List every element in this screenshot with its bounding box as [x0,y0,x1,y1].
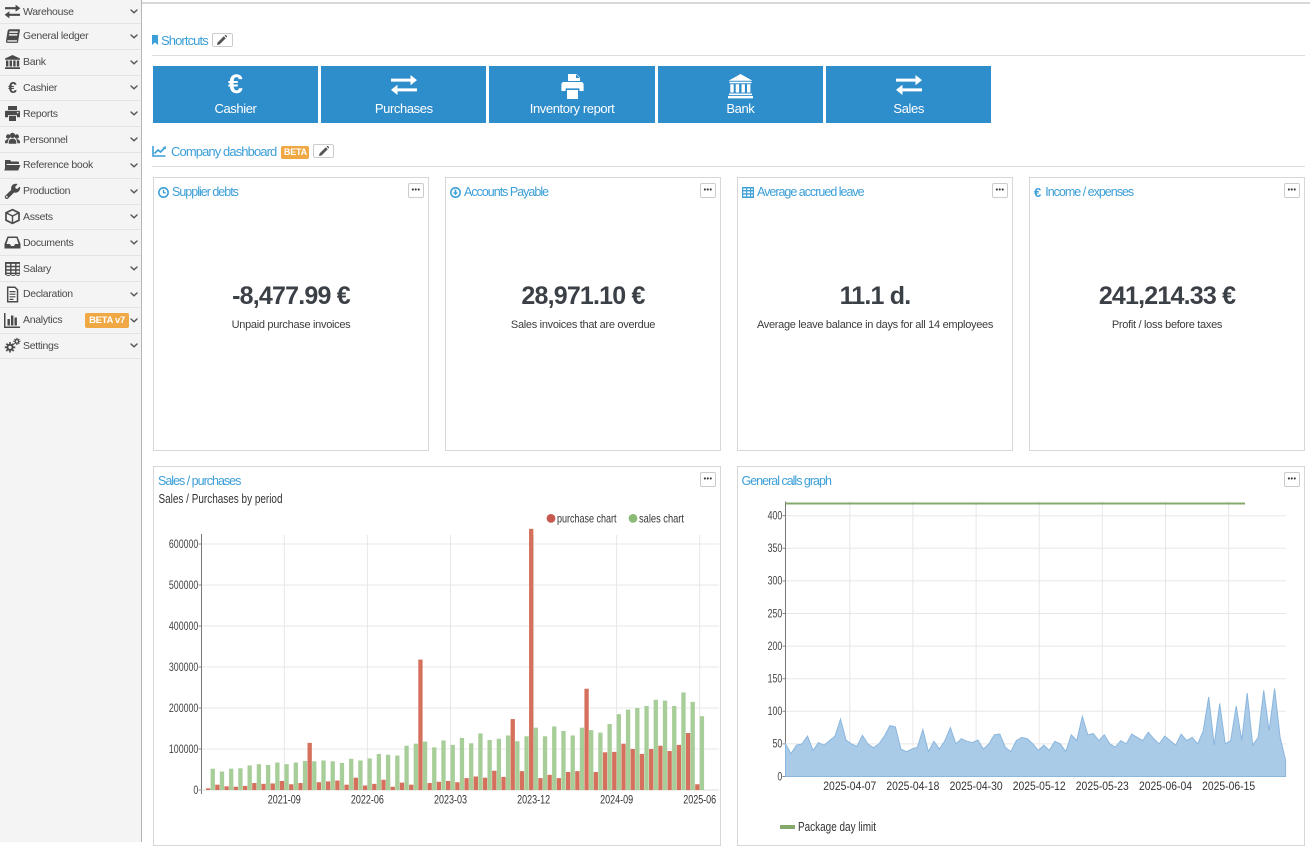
svg-text:2024-09: 2024-09 [600,795,633,807]
svg-text:150: 150 [768,674,783,686]
svg-text:sales chart: sales chart [639,512,685,526]
svg-text:2025-04-18: 2025-04-18 [886,779,939,793]
svg-text:2025-04-30: 2025-04-30 [950,779,1003,793]
svg-text:2021-09: 2021-09 [268,795,301,807]
svg-text:2025-04-07: 2025-04-07 [823,779,876,793]
svg-text:200: 200 [768,641,783,653]
svg-text:2022-06: 2022-06 [351,795,384,807]
svg-text:2023-12: 2023-12 [517,795,550,807]
svg-text:0: 0 [777,771,782,783]
svg-text:0: 0 [193,785,198,797]
svg-text:50: 50 [773,739,783,751]
svg-text:100: 100 [768,706,783,718]
svg-text:2023-03: 2023-03 [434,795,467,807]
svg-text:100000: 100000 [169,744,198,756]
svg-text:2025-06-15: 2025-06-15 [1202,779,1255,793]
svg-text:€: € [8,80,17,96]
svg-text:2025-05-12: 2025-05-12 [1013,779,1066,793]
svg-text:500000: 500000 [169,580,198,592]
svg-text:2025-06: 2025-06 [683,795,716,807]
svg-text:200000: 200000 [169,703,198,715]
svg-text:2025-06-04: 2025-06-04 [1139,779,1192,793]
svg-text:250: 250 [768,608,783,620]
svg-text:350: 350 [768,543,783,555]
svg-text:purchase chart: purchase chart [557,512,617,526]
svg-text:Package day limit: Package day limit [798,820,876,834]
svg-text:Sales / Purchases by period: Sales / Purchases by period [159,492,283,506]
svg-text:600000: 600000 [169,539,198,551]
svg-text:400000: 400000 [169,621,198,633]
svg-text:300: 300 [768,576,783,588]
svg-text:300000: 300000 [169,662,198,674]
svg-text:2025-05-23: 2025-05-23 [1076,779,1129,793]
svg-text:400: 400 [768,511,783,523]
